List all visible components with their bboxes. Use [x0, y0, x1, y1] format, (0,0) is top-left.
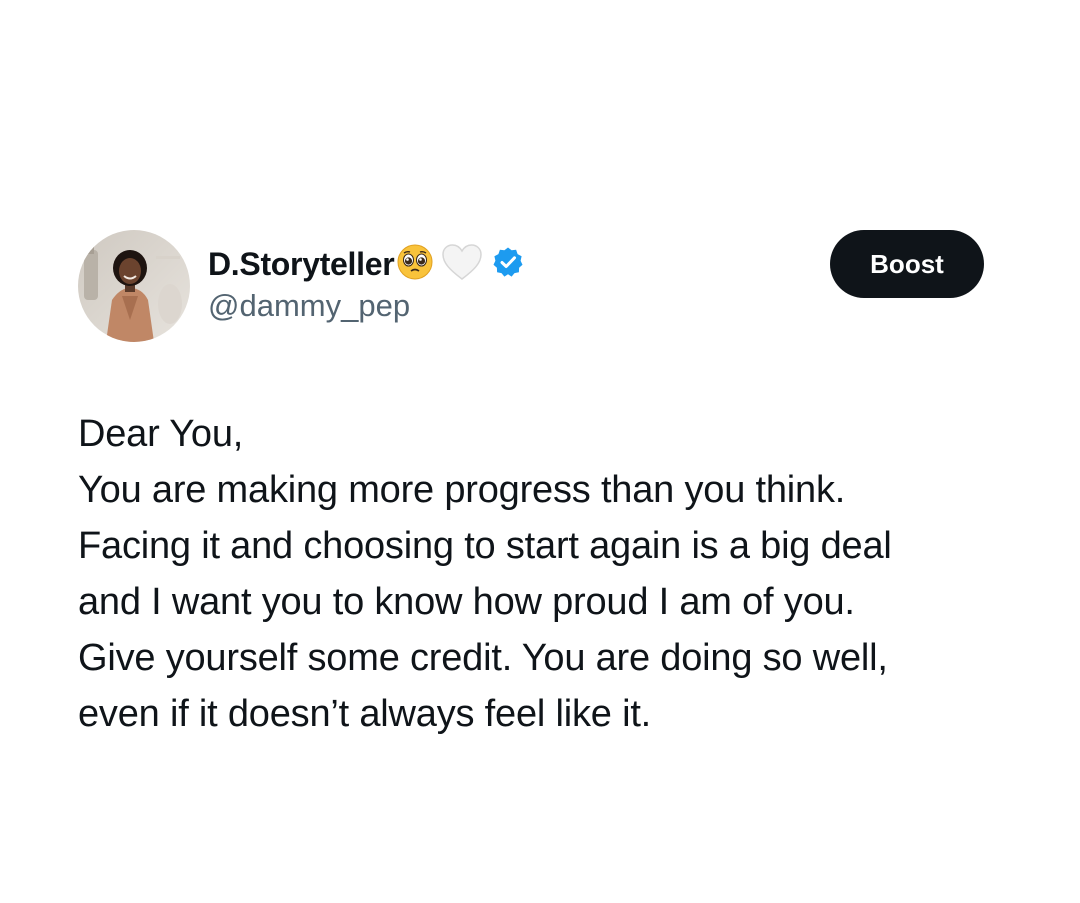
- post-card: D.Storyteller @dammy_pep Boost Dear You,…: [0, 0, 1080, 903]
- verified-badge-icon: [492, 246, 524, 283]
- post-header: D.Storyteller @dammy_pep Boost: [78, 230, 988, 345]
- avatar-image: [78, 230, 190, 342]
- post-text-line: Give yourself some credit. You are doing…: [78, 637, 888, 679]
- white-heart-icon: [440, 242, 484, 287]
- post-text: Dear You, You are making more progress t…: [78, 406, 1038, 742]
- post-text-line: You are making more progress than you th…: [78, 469, 846, 511]
- display-name[interactable]: D.Storyteller: [208, 246, 395, 283]
- post-text-line: even if it doesn’t always feel like it.: [78, 693, 652, 735]
- post-text-line: and I want you to know how proud I am of…: [78, 581, 855, 623]
- pleading-face-emoji-icon: [396, 243, 434, 286]
- avatar[interactable]: [78, 230, 190, 342]
- boost-button[interactable]: Boost: [830, 230, 984, 298]
- author-handle[interactable]: @dammy_pep: [208, 288, 524, 324]
- name-row: D.Storyteller: [208, 242, 524, 286]
- author-info: D.Storyteller @dammy_pep: [208, 242, 524, 324]
- post-text-line: Dear You,: [78, 413, 244, 455]
- post-text-line: Facing it and choosing to start again is…: [78, 525, 892, 567]
